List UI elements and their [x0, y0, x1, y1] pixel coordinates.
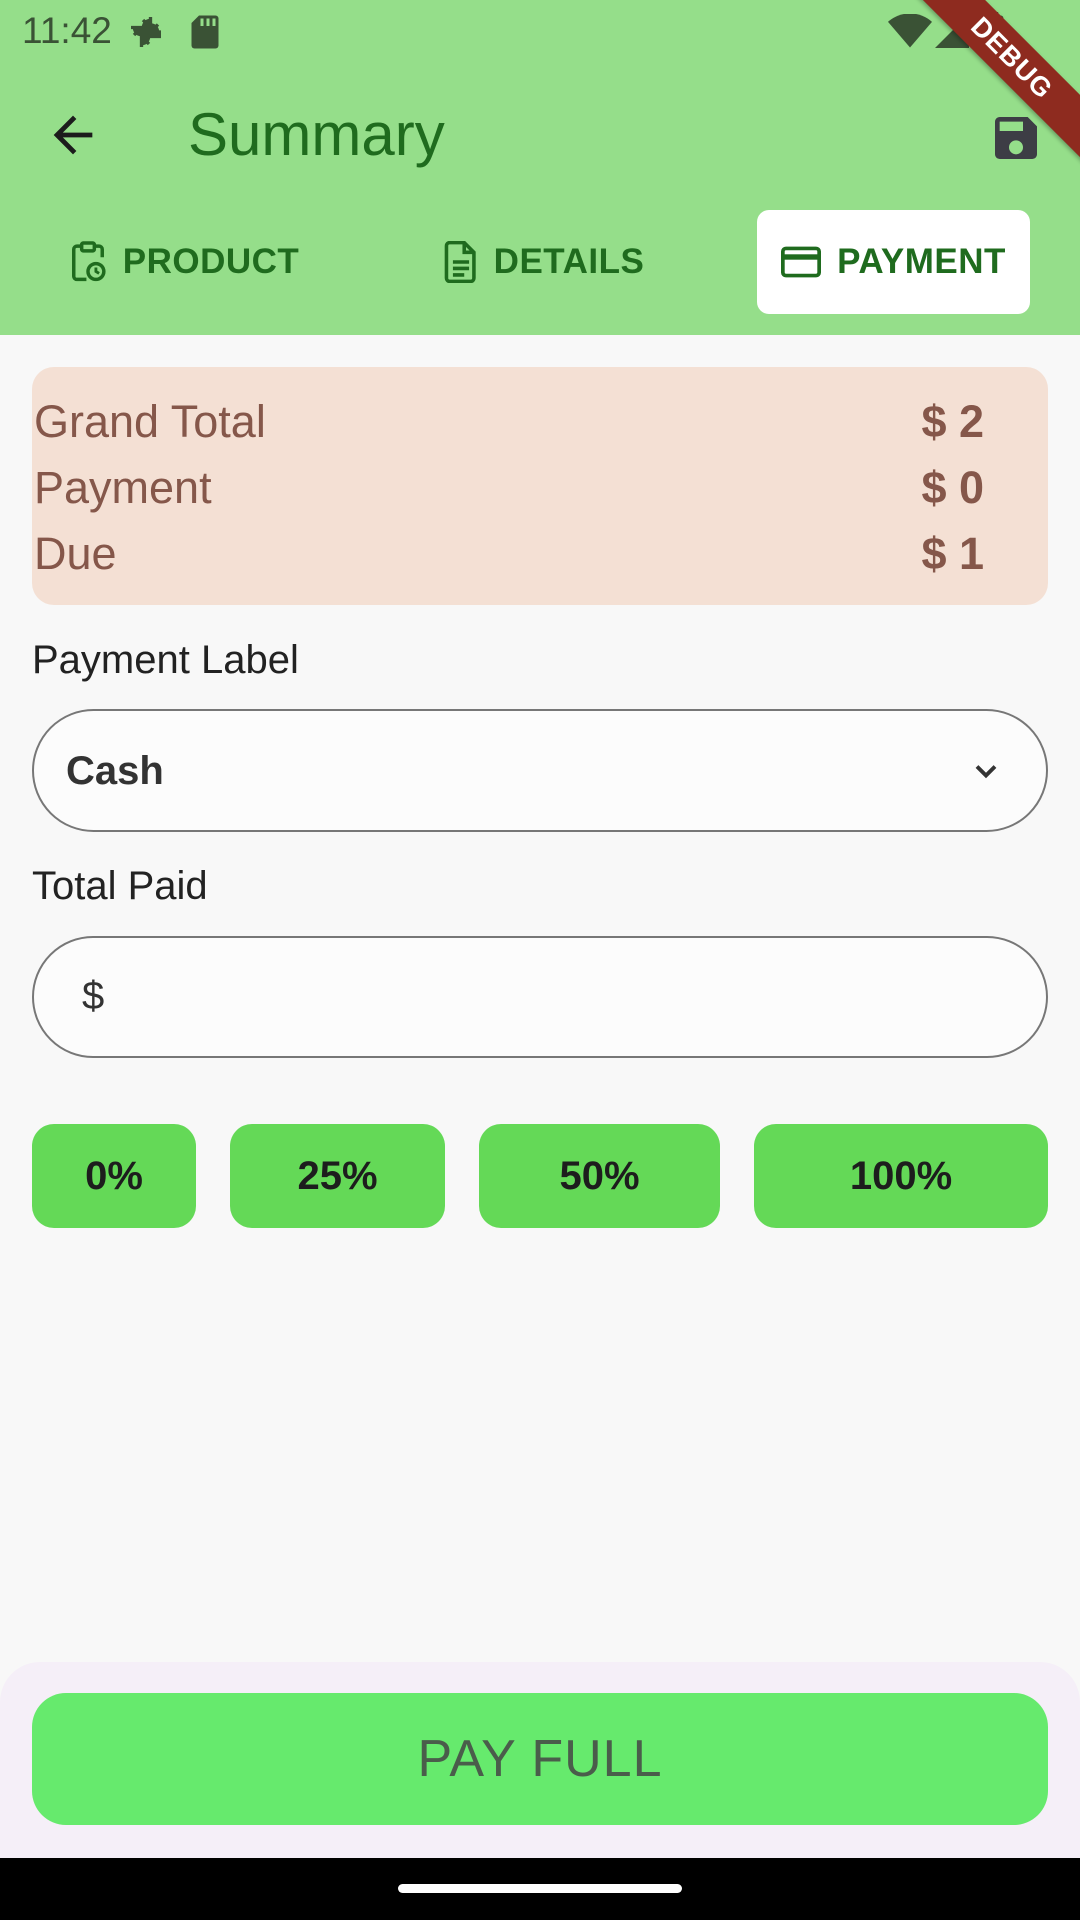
percent-100-button[interactable]: 100% [754, 1124, 1048, 1228]
due-label: Due [34, 528, 117, 579]
payment-row: Payment $ 0 [34, 458, 984, 518]
app-header: 11:42 DEBUG Summary PRODUCT DETAILS PAYM… [0, 0, 1080, 335]
page-title: Summary [188, 101, 445, 168]
payment-label-selected-value: Cash [66, 749, 164, 793]
total-paid-field[interactable]: $ [32, 936, 1048, 1058]
percent-25-button[interactable]: 25% [230, 1124, 445, 1228]
pay-full-button[interactable]: PAY FULL [32, 1693, 1048, 1825]
grand-total-value: $ 2 [921, 396, 984, 447]
payment-label: Payment [34, 462, 212, 513]
total-paid-title: Total Paid [32, 864, 208, 908]
tab-bar: PRODUCT DETAILS PAYMENT [0, 210, 1080, 315]
status-bar: 11:42 [0, 0, 1080, 64]
currency-prefix: $ [82, 974, 105, 1018]
due-row: Due $ 1 [34, 524, 984, 584]
tab-details-label: DETAILS [493, 242, 645, 281]
screen: 11:42 DEBUG Summary PRODUCT DETAILS PAYM… [0, 0, 1080, 1920]
grand-total-label: Grand Total [34, 396, 266, 447]
payment-value: $ 0 [921, 462, 984, 513]
tab-payment-label: PAYMENT [837, 242, 1006, 281]
tab-product-label: PRODUCT [122, 242, 300, 281]
grand-total-row: Grand Total $ 2 [34, 392, 984, 452]
credit-card-icon [781, 246, 822, 278]
percent-0-button[interactable]: 0% [32, 1124, 196, 1228]
status-time: 11:42 [22, 10, 112, 51]
chevron-down-icon [975, 765, 997, 779]
home-indicator[interactable] [398, 1884, 682, 1893]
total-paid-input[interactable] [134, 958, 1014, 1038]
settings-gear-icon [131, 17, 161, 47]
wifi-icon [888, 14, 932, 48]
document-icon [444, 241, 476, 283]
due-value: $ 1 [921, 528, 984, 579]
sd-card-icon [191, 15, 219, 49]
tab-details[interactable]: DETAILS [434, 210, 654, 314]
percent-50-button[interactable]: 50% [479, 1124, 720, 1228]
tab-product[interactable]: PRODUCT [64, 210, 304, 314]
payment-label-select[interactable]: Cash [32, 709, 1048, 832]
tab-payment[interactable]: PAYMENT [757, 210, 1030, 314]
clipboard-clock-icon [71, 241, 106, 282]
save-floppy-icon[interactable] [988, 110, 1044, 166]
back-arrow-icon[interactable] [40, 106, 106, 164]
payment-label-title: Payment Label [32, 638, 299, 682]
